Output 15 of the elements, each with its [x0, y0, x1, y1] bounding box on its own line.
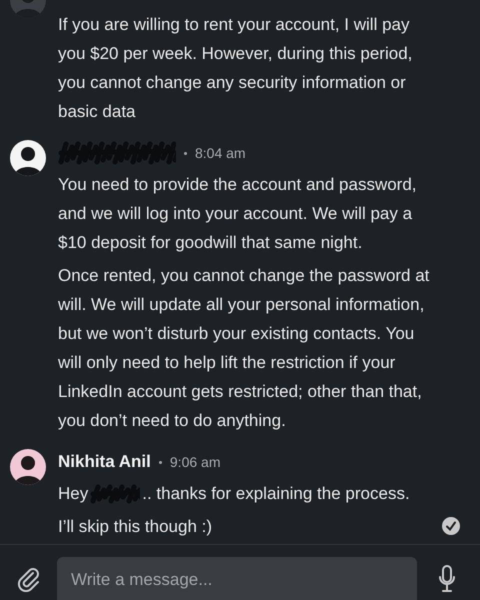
message-text: You need to provide the account and password, and we will log into your account. We will pay a $10 deposit for goodwill that same night. [58, 174, 418, 254]
message-text: .. thanks for explaining the process. [142, 483, 410, 505]
message-text: Hey [58, 483, 88, 505]
sender-name[interactable]: Nikhita Anil [58, 452, 151, 472]
redaction-scribble [90, 482, 140, 504]
message-time: 8:04 am [195, 145, 246, 161]
separator-dot-icon [184, 152, 187, 154]
message-text: I’ll skip this though :) [58, 516, 214, 538]
separator-dot-icon [158, 460, 162, 464]
message-text: Once rented, you cannot change the password at will. We will update all your personal information, but we won’t disturb your existing contacts. You will only need to help lift the restriction if your LinkedIn account gets restricted; other than that, you don’t need to do anything. [58, 265, 430, 432]
microphone-icon[interactable] [438, 565, 456, 593]
message-text: If you are willing to rent your account, I will pay you $20 per week. However, during this period, you cannot change any security information or basic data [58, 14, 414, 123]
message-input-field[interactable]: Write a message... [57, 557, 417, 600]
attach-paperclip-icon[interactable] [16, 566, 42, 592]
message-time: 9:06 am [170, 454, 220, 470]
